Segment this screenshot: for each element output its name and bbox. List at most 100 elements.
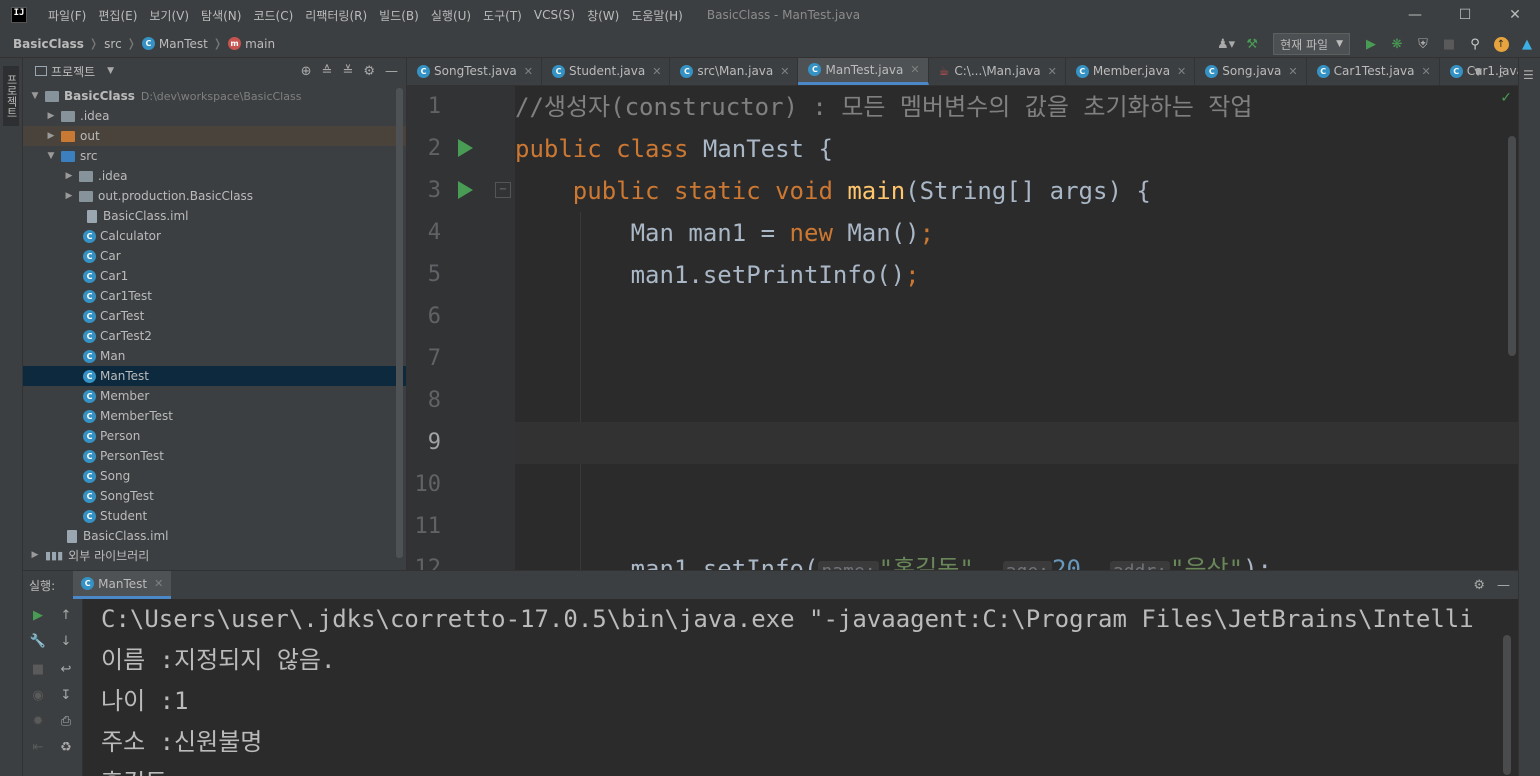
chevron-down-icon[interactable]: ▼	[29, 91, 41, 101]
tree-item-class[interactable]: C Car1	[23, 266, 406, 286]
tree-item-class[interactable]: C Man	[23, 346, 406, 366]
no-problems-check-icon[interactable]: ✓	[1500, 90, 1512, 106]
tree-item-out[interactable]: ▶ out	[23, 126, 406, 146]
breadcrumb-project[interactable]: BasicClass ❭	[0, 37, 98, 51]
tree-item-class[interactable]: C MemberTest	[23, 406, 406, 426]
tree-item-class[interactable]: C Student	[23, 506, 406, 526]
print-icon[interactable]: ⎙	[55, 711, 77, 731]
tab-song[interactable]: C Song.java ✕	[1195, 58, 1307, 85]
down-arrow-icon[interactable]: ↓	[55, 631, 77, 651]
search-icon[interactable]: ⚲	[1464, 33, 1486, 55]
collapse-all-icon[interactable]: ≚	[342, 64, 353, 79]
breadcrumb-folder[interactable]: src ❭	[98, 37, 136, 51]
tree-item-src-idea[interactable]: ▶ .idea	[23, 166, 406, 186]
tree-item-src[interactable]: ▼ src	[23, 146, 406, 166]
stop-icon[interactable]: ■	[27, 659, 49, 679]
soft-wrap-icon[interactable]: ↩	[55, 659, 77, 679]
user-icon[interactable]: ♟▾	[1215, 33, 1237, 55]
close-icon[interactable]: ✕	[1288, 65, 1297, 78]
wrench-icon[interactable]: 🔧	[27, 631, 49, 651]
gear-icon[interactable]: ⚙	[363, 64, 375, 79]
tree-item-out-production[interactable]: ▶ out.production.BasicClass	[23, 186, 406, 206]
console-output[interactable]: C:\Users\user\.jdks\corretto-17.0.5\bin\…	[101, 599, 1511, 776]
tab-src-man[interactable]: Csrc\Man.java ✕	[670, 58, 799, 85]
more-icon[interactable]: ⋮	[1496, 65, 1508, 79]
close-icon[interactable]: ✕	[1422, 65, 1431, 78]
tree-item-class[interactable]: C CarTest2	[23, 326, 406, 346]
tab-c-man[interactable]: ☕ C:\...\Man.java ✕	[929, 58, 1066, 85]
tree-item-idea[interactable]: ▶ .idea	[23, 106, 406, 126]
chevron-right-icon[interactable]: ▶	[45, 111, 57, 121]
tree-item-class[interactable]: C PersonTest	[23, 446, 406, 466]
menu-help[interactable]: 도움말(H)	[625, 7, 689, 24]
chevron-down-icon[interactable]: ▼	[107, 66, 114, 76]
tree-root[interactable]: ▼ BasicClass D:\dev\workspace\BasicClass	[23, 86, 406, 106]
tree-item-class-selected[interactable]: C ManTest	[23, 366, 406, 386]
console-scrollbar[interactable]	[1503, 635, 1511, 775]
tree-item-external-libs[interactable]: ▶ ▮▮▮ 외부 라이브러리	[23, 545, 406, 565]
tree-item-iml[interactable]: BasicClass.iml	[23, 526, 406, 546]
tab-car1test[interactable]: C Car1Test.java ✕	[1307, 58, 1440, 85]
coverage-icon[interactable]: ⛨	[1412, 33, 1434, 55]
chevron-down-icon[interactable]: ▼	[1474, 67, 1482, 78]
chevron-right-icon[interactable]: ▶	[63, 191, 75, 201]
menu-edit[interactable]: 편집(E)	[92, 7, 143, 24]
menu-view[interactable]: 보기(V)	[143, 7, 195, 24]
menu-refactor[interactable]: 리팩터링(R)	[299, 7, 373, 24]
tree-item-class[interactable]: C Calculator	[23, 226, 406, 246]
settings-icon[interactable]: ✹	[27, 711, 49, 731]
tree-item-class[interactable]: C Car1Test	[23, 286, 406, 306]
locate-icon[interactable]: ⊕	[301, 64, 312, 79]
fold-icon[interactable]: −	[495, 182, 511, 198]
project-tool-tab[interactable]: 프로젝트	[3, 66, 19, 126]
tab-member[interactable]: C Member.java ✕	[1066, 58, 1196, 85]
close-icon[interactable]: ✕	[652, 65, 661, 78]
gear-icon[interactable]: ⚙	[1473, 578, 1485, 593]
breadcrumb-class[interactable]: C ManTest ❭	[136, 37, 222, 51]
tree-item-class[interactable]: C Song	[23, 466, 406, 486]
trash-icon[interactable]: ♻	[55, 737, 77, 757]
chevron-right-icon[interactable]: ▶	[45, 131, 57, 141]
tree-item-iml[interactable]: BasicClass.iml	[23, 206, 406, 226]
maximize-icon[interactable]: ☐	[1440, 0, 1490, 30]
notifications-icon[interactable]: ☰	[1523, 68, 1534, 82]
menu-build[interactable]: 빌드(B)	[373, 7, 425, 24]
menu-navigate[interactable]: 탐색(N)	[195, 7, 247, 24]
debug-icon[interactable]: ❋	[1386, 33, 1408, 55]
chevron-right-icon[interactable]: ▶	[63, 171, 75, 181]
camera-icon[interactable]: ◉	[27, 685, 49, 705]
project-scrollbar[interactable]	[396, 88, 403, 558]
chevron-right-icon[interactable]: ▶	[29, 550, 41, 560]
up-arrow-icon[interactable]: ↑	[55, 605, 77, 625]
tree-item-class[interactable]: C SongTest	[23, 486, 406, 506]
run-icon[interactable]: ▶	[1360, 33, 1382, 55]
tree-item-class[interactable]: C Member	[23, 386, 406, 406]
build-hammer-icon[interactable]: ⚒	[1241, 33, 1263, 55]
project-panel-title[interactable]: 프로젝트	[51, 63, 95, 80]
menu-tools[interactable]: 도구(T)	[477, 7, 528, 24]
close-icon[interactable]: ✕	[524, 65, 533, 78]
menu-vcs[interactable]: VCS(S)	[528, 8, 581, 22]
tab-songtest[interactable]: C SongTest.java ✕	[407, 58, 542, 85]
close-icon[interactable]: ✕	[910, 63, 919, 76]
minimize-icon[interactable]: —	[1390, 0, 1440, 30]
menu-run[interactable]: 실행(U)	[425, 7, 477, 24]
run-gutter-icon[interactable]	[458, 139, 473, 157]
run-config-select[interactable]: 현재 파일 ▼	[1273, 33, 1350, 55]
exit-icon[interactable]: ⇤	[27, 737, 49, 757]
tree-item-class[interactable]: C Car	[23, 246, 406, 266]
chevron-down-icon[interactable]: ▼	[45, 151, 57, 161]
stop-icon[interactable]: ■	[1438, 33, 1460, 55]
editor-scrollbar[interactable]	[1508, 136, 1516, 356]
breadcrumb-method[interactable]: m main	[222, 37, 275, 51]
close-icon[interactable]: ✕	[780, 65, 789, 78]
code-area[interactable]: //생성자(constructor) : 모든 멤버변수의 값을 초기화하는 작…	[515, 86, 1518, 570]
jetbrains-toolbox-icon[interactable]: ▲	[1516, 33, 1538, 55]
tree-item-class[interactable]: C CarTest	[23, 306, 406, 326]
run-gutter-icon[interactable]	[458, 181, 473, 199]
run-tab-mantest[interactable]: C ManTest ✕	[73, 571, 172, 599]
close-icon[interactable]: ✕	[1177, 65, 1186, 78]
hide-icon[interactable]: —	[385, 64, 398, 79]
expand-all-icon[interactable]: ≙	[322, 64, 333, 79]
rerun-icon[interactable]: ▶	[27, 605, 49, 625]
